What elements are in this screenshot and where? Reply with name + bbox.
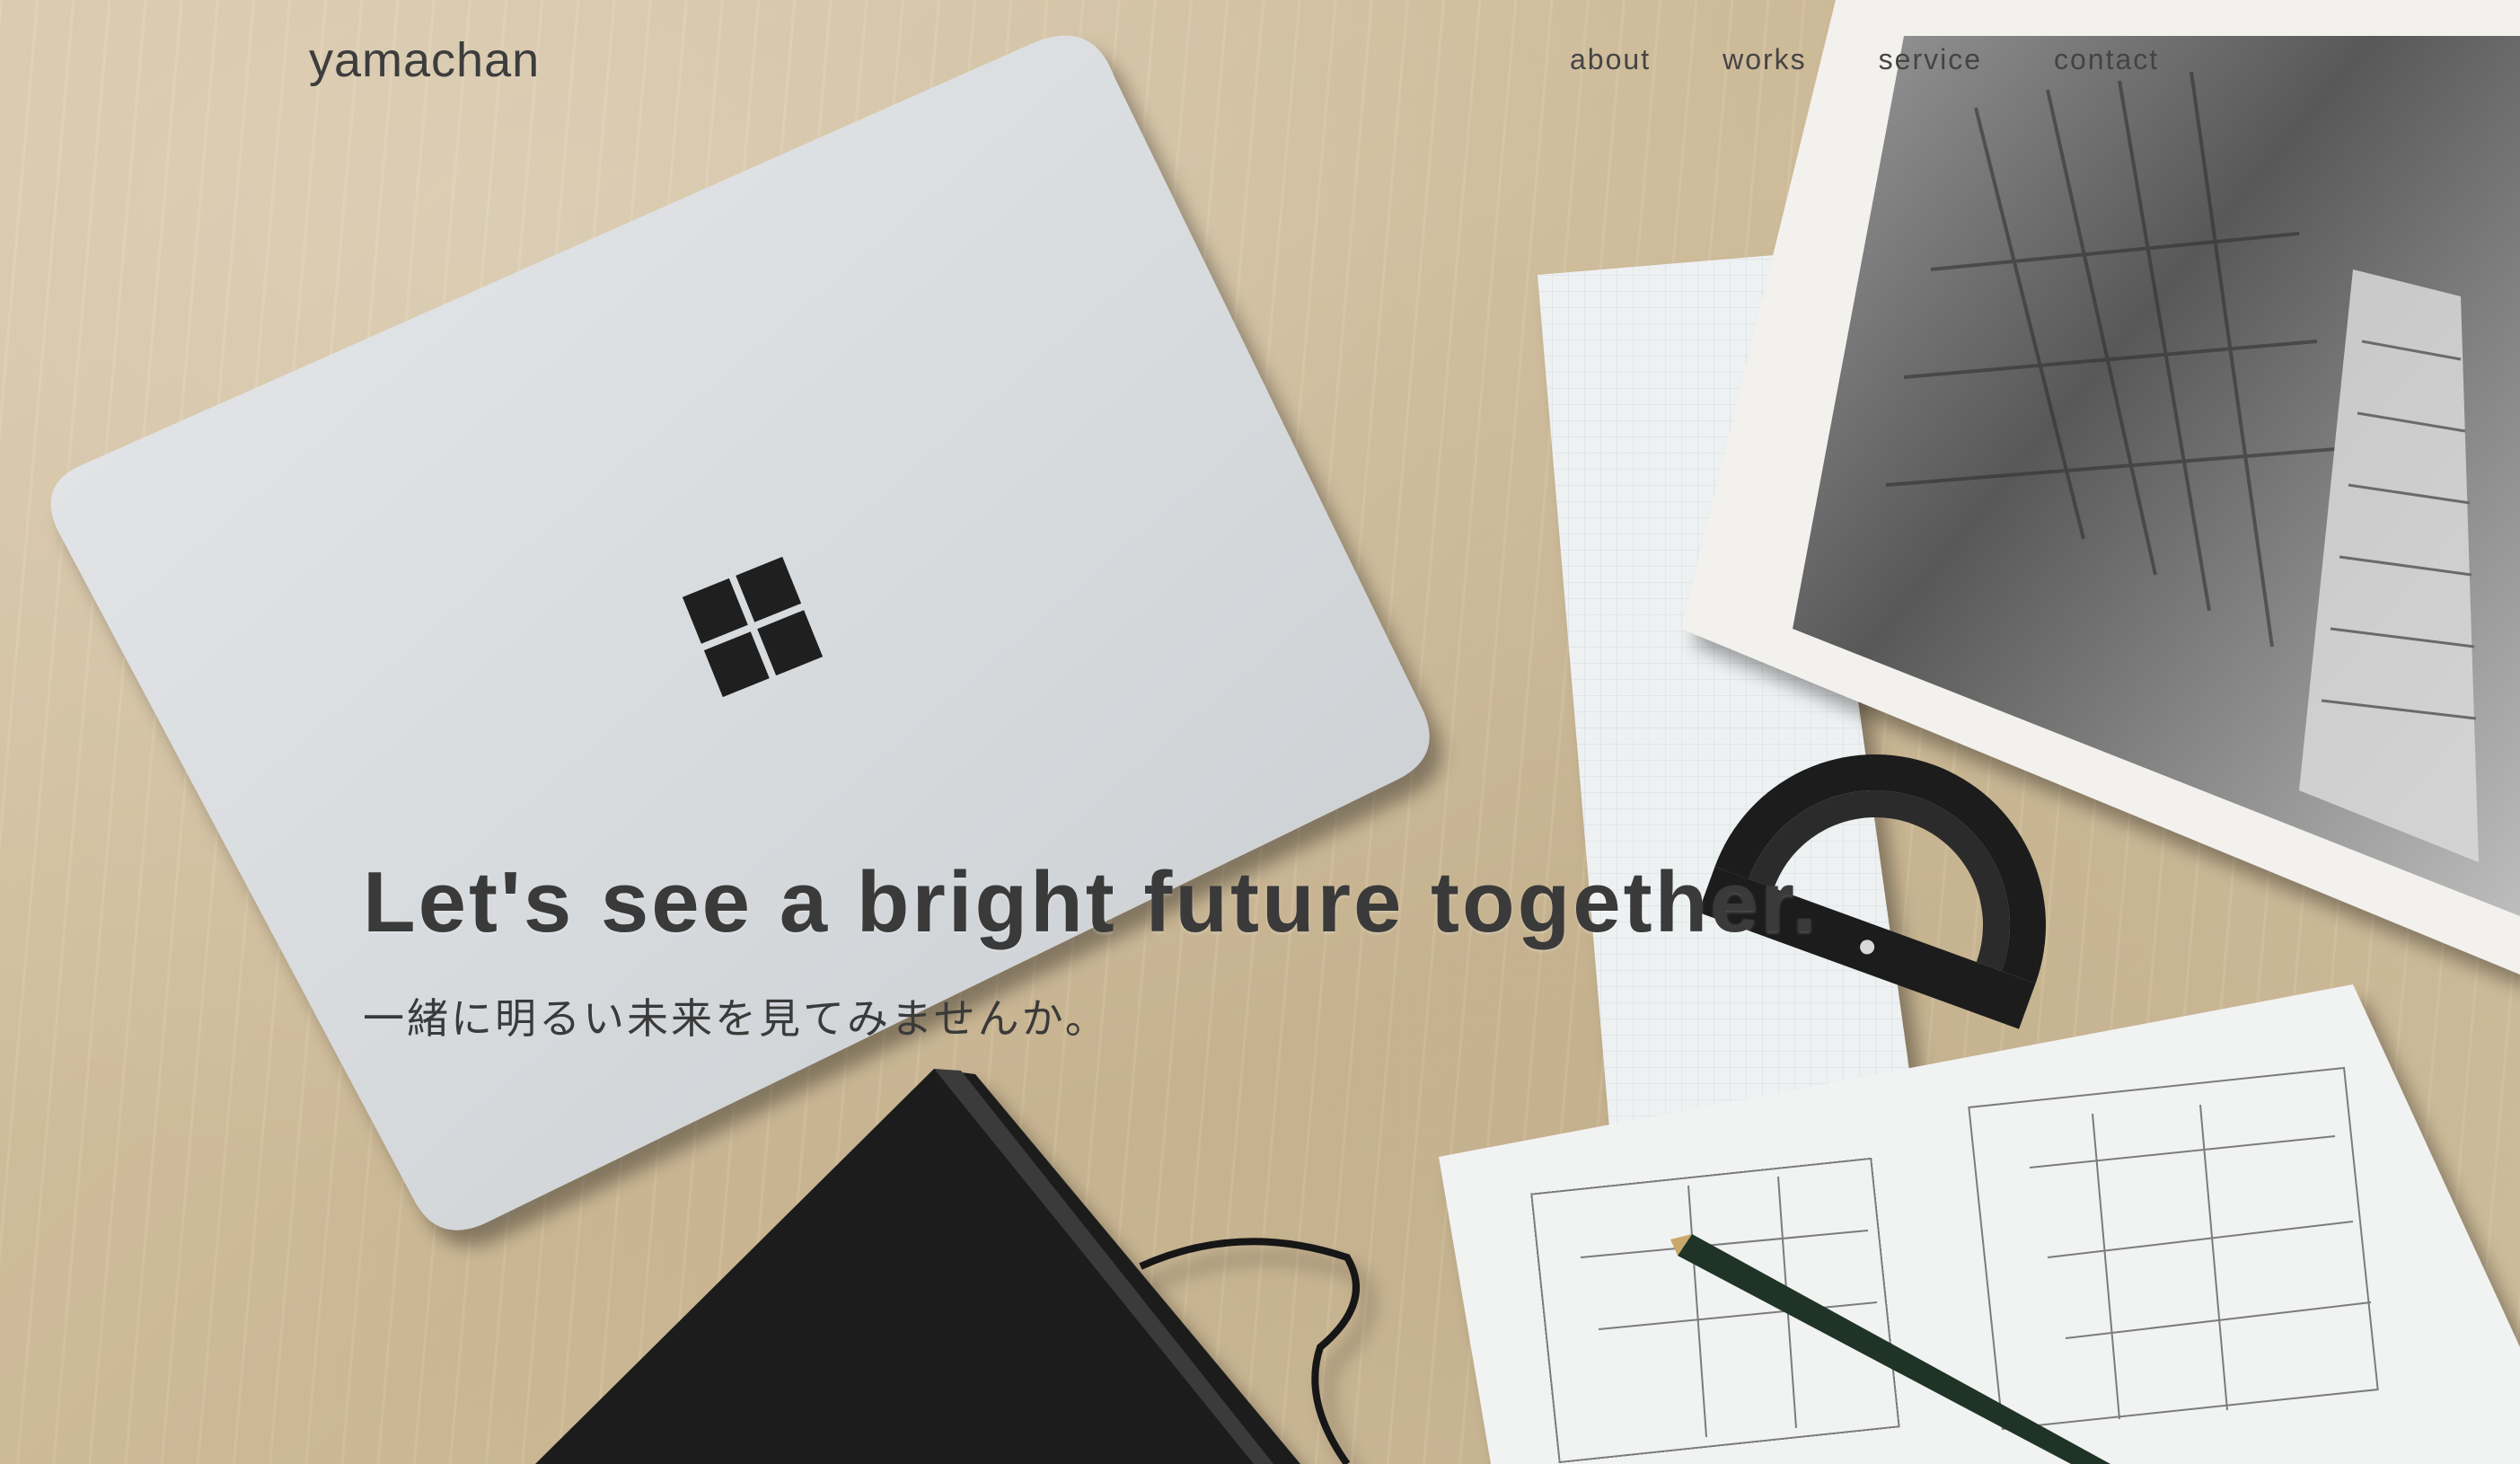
laptop [50,35,1430,1230]
nav-link-about[interactable]: about [1570,43,1651,76]
hero-subheadline: 一緒に明るい未来を見てみませんか。 [363,994,1109,1043]
hero-background-image [50,0,2520,1464]
main-nav: about works service contact [1570,43,2159,76]
hero-headline: Let's see a bright future together. [363,854,1820,950]
hero-section: yamachan about works service contact Let… [0,0,2520,1464]
nav-link-works[interactable]: works [1723,43,1807,76]
site-logo[interactable]: yamachan [309,32,540,88]
nav-link-contact[interactable]: contact [2054,43,2159,76]
site-header: yamachan about works service contact [0,0,2520,126]
nav-link-service[interactable]: service [1879,43,1982,76]
